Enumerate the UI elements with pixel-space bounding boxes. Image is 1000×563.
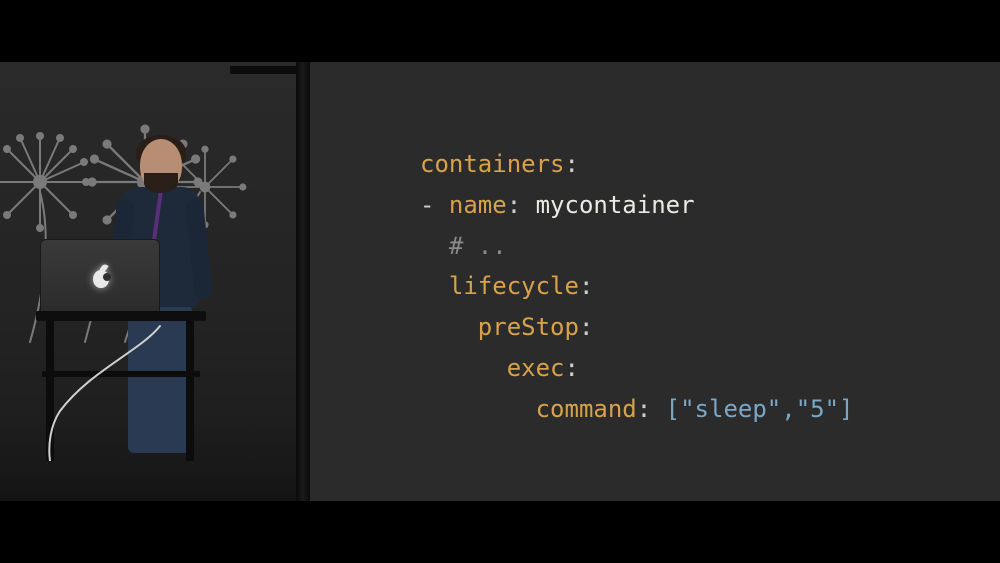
yaml-key: lifecycle [449, 272, 579, 300]
yaml-value: mycontainer [536, 191, 695, 219]
yaml-key: preStop [478, 313, 579, 341]
yaml-array: ["sleep","5"] [666, 395, 854, 423]
colon: : [565, 150, 579, 178]
content-row: containers: - name: mycontainer # .. lif… [0, 62, 1000, 501]
podium-top [36, 311, 206, 321]
colon: : [507, 191, 521, 219]
cable [30, 321, 170, 461]
yaml-key: containers [420, 150, 565, 178]
presenter-beard [144, 173, 178, 193]
yaml-dash: - [420, 191, 449, 219]
colon: : [579, 272, 593, 300]
yaml-key: name [449, 191, 507, 219]
yaml-key: exec [507, 354, 565, 382]
letterbox-bottom [0, 501, 1000, 563]
slide-panel: containers: - name: mycontainer # .. lif… [310, 62, 1000, 501]
apple-logo-icon [93, 270, 109, 288]
yaml-key: command [536, 395, 637, 423]
lighting-rig-pole [296, 62, 310, 501]
colon: : [579, 313, 593, 341]
laptop [40, 239, 160, 319]
speaker-panel [0, 62, 310, 501]
colon: : [565, 354, 579, 382]
letterbox-top [0, 0, 1000, 62]
podium-leg [186, 321, 194, 461]
video-frame: containers: - name: mycontainer # .. lif… [0, 0, 1000, 563]
colon: : [637, 395, 651, 423]
yaml-comment: # .. [449, 232, 507, 260]
yaml-code-block: containers: - name: mycontainer # .. lif… [420, 144, 854, 430]
